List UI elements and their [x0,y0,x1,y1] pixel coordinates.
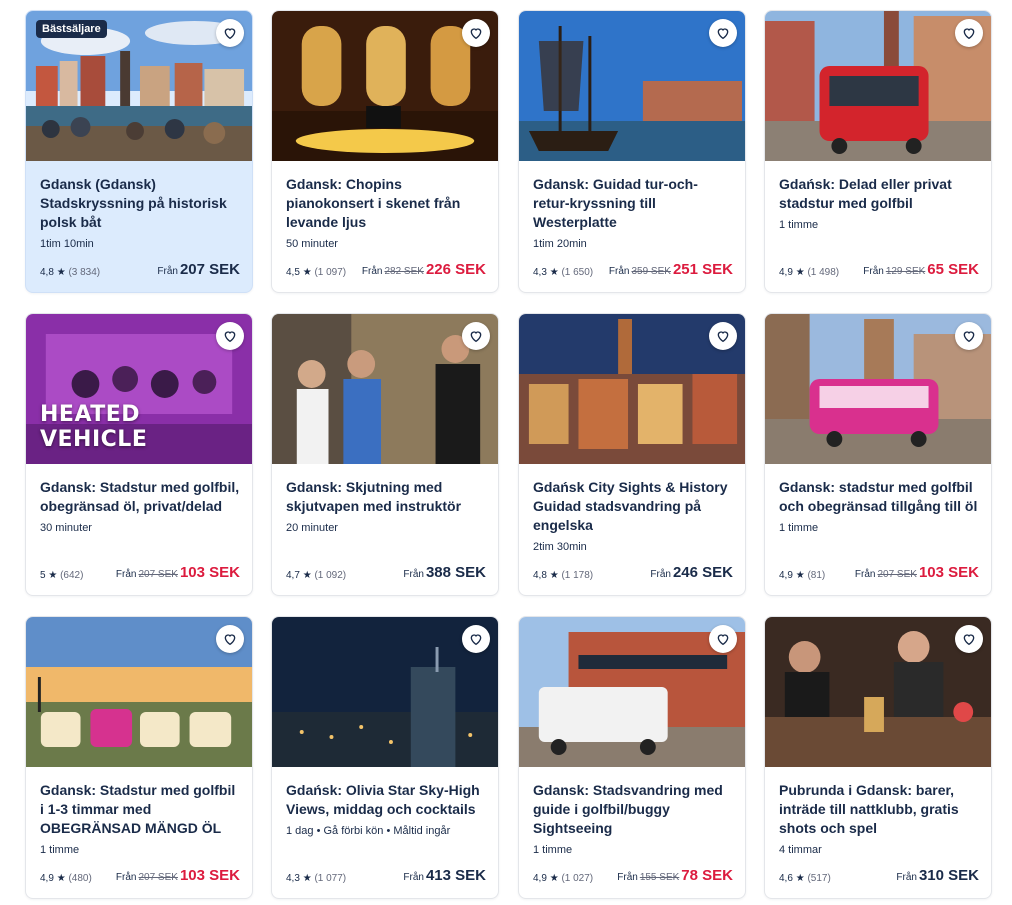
wishlist-button[interactable] [955,19,983,47]
activity-card[interactable]: Gdańsk: Delad eller privat stadstur med … [764,10,992,293]
activity-title[interactable]: Gdańsk: Olivia Star Sky-High Views, midd… [286,781,486,819]
rating: 4,9 ★ (480) [40,873,92,884]
wishlist-button[interactable] [216,625,244,653]
rating: 4,3 ★ (1 077) [286,873,347,884]
activity-duration: 2tim 30min [533,541,587,553]
star-icon: ★ [302,267,312,278]
rating: 4,7 ★ (1 092) [286,570,347,581]
activity-title[interactable]: Gdańsk: Delad eller privat stadstur med … [779,175,979,213]
price: Från 310 SEK [896,867,979,884]
wishlist-button[interactable] [709,625,737,653]
activity-duration: 50 minuter [286,238,338,250]
activity-duration: 1tim 20min [533,238,587,250]
price: Från 207 SEK 103 SEK [854,564,979,581]
activity-card[interactable]: Pubrunda i Gdansk: barer, inträde till n… [764,616,992,899]
star-icon: ★ [795,570,805,581]
activity-duration: 1 timme [779,522,819,534]
activity-card[interactable]: HEATED VEHICLE Gdansk: Stadstur med golf… [25,313,253,596]
bestseller-badge: Bästsäljare [36,20,107,38]
heart-outline-icon [224,331,236,343]
heated-vehicle-overlay: HEATED VEHICLE [40,402,148,452]
activity-title[interactable]: Gdańsk City Sights & History Guidad stad… [533,478,733,535]
price: Från 207 SEK [157,261,240,278]
activity-card[interactable]: Gdansk: stadstur med golfbil och obegrän… [764,313,992,596]
heart-outline-icon [717,634,729,646]
activity-title[interactable]: Gdansk: Stadstur med golfbil, obegränsad… [40,478,240,516]
heart-outline-icon [717,331,729,343]
wishlist-button[interactable] [955,322,983,350]
star-icon: ★ [302,570,312,581]
activity-title[interactable]: Gdansk: Stadsvandring med guide i golfbi… [533,781,733,838]
star-icon: ★ [302,873,312,884]
rating: 5 ★ (642) [40,570,84,581]
activity-title[interactable]: Pubrunda i Gdansk: barer, inträde till n… [779,781,979,838]
activity-card[interactable]: Gdansk: Guidad tur-och-retur-kryssning t… [518,10,746,293]
heart-outline-icon [470,634,482,646]
price: Från 388 SEK [403,564,486,581]
star-icon: ★ [56,873,66,884]
star-icon: ★ [549,570,559,581]
rating: 4,9 ★ (81) [779,570,826,581]
price: Från 246 SEK [650,564,733,581]
activity-title[interactable]: Gdansk: Stadstur med golfbil i 1-3 timma… [40,781,240,838]
price: Från 155 SEK 78 SEK [617,867,733,884]
wishlist-button[interactable] [709,19,737,47]
wishlist-button[interactable] [462,625,490,653]
heart-outline-icon [963,331,975,343]
activity-title[interactable]: Gdansk: Guidad tur-och-retur-kryssning t… [533,175,733,232]
activity-duration: 20 minuter [286,522,338,534]
activity-card[interactable]: Gdańsk City Sights & History Guidad stad… [518,313,746,596]
activity-duration: 1tim 10min [40,238,94,250]
activity-duration: 1 timme [40,844,80,856]
star-icon: ★ [56,267,66,278]
wishlist-button[interactable] [462,322,490,350]
heart-outline-icon [717,28,729,40]
star-icon: ★ [795,873,805,884]
activity-duration: 30 minuter [40,522,92,534]
price: Från 413 SEK [403,867,486,884]
activity-duration: 1 timme [533,844,573,856]
rating: 4,5 ★ (1 097) [286,267,347,278]
rating: 4,8 ★ (3 834) [40,267,101,278]
heart-outline-icon [470,28,482,40]
wishlist-button[interactable] [709,322,737,350]
activity-title[interactable]: Gdansk: stadstur med golfbil och obegrän… [779,478,979,516]
rating: 4,8 ★ (1 178) [533,570,594,581]
activity-duration: 1 dag • Gå förbi kön • Måltid ingår [286,825,451,837]
activity-card[interactable]: Gdańsk: Olivia Star Sky-High Views, midd… [271,616,499,899]
price: Från 282 SEK 226 SEK [361,261,486,278]
price: Från 129 SEK 65 SEK [863,261,979,278]
rating: 4,3 ★ (1 650) [533,267,594,278]
activity-card[interactable]: Bästsäljare Gdansk (Gdansk) Stadskryssni… [25,10,253,293]
activity-title[interactable]: Gdansk: Chopins pianokonsert i skenet fr… [286,175,486,232]
activity-title[interactable]: Gdansk: Skjutning med skjutvapen med ins… [286,478,486,516]
heart-outline-icon [224,28,236,40]
activity-card[interactable]: Gdansk: Stadsvandring med guide i golfbi… [518,616,746,899]
wishlist-button[interactable] [462,19,490,47]
star-icon: ★ [795,267,805,278]
star-icon: ★ [549,873,559,884]
activity-duration: 1 timme [779,219,819,231]
star-icon: ★ [48,570,58,581]
rating: 4,9 ★ (1 027) [533,873,594,884]
star-icon: ★ [549,267,559,278]
heart-outline-icon [963,28,975,40]
rating: 4,6 ★ (517) [779,873,831,884]
activity-grid: Bästsäljare Gdansk (Gdansk) Stadskryssni… [25,10,992,900]
wishlist-button[interactable] [216,19,244,47]
price: Från 207 SEK 103 SEK [115,867,240,884]
activity-card[interactable]: Gdansk: Chopins pianokonsert i skenet fr… [271,10,499,293]
rating: 4,9 ★ (1 498) [779,267,840,278]
wishlist-button[interactable] [955,625,983,653]
wishlist-button[interactable] [216,322,244,350]
heart-outline-icon [470,331,482,343]
activity-card[interactable]: Gdansk: Skjutning med skjutvapen med ins… [271,313,499,596]
price: Från 207 SEK 103 SEK [115,564,240,581]
activity-card[interactable]: Gdansk: Stadstur med golfbil i 1-3 timma… [25,616,253,899]
heart-outline-icon [224,634,236,646]
heart-outline-icon [963,634,975,646]
activity-title[interactable]: Gdansk (Gdansk) Stadskryssning på histor… [40,175,240,232]
price: Från 359 SEK 251 SEK [608,261,733,278]
activity-duration: 4 timmar [779,844,822,856]
